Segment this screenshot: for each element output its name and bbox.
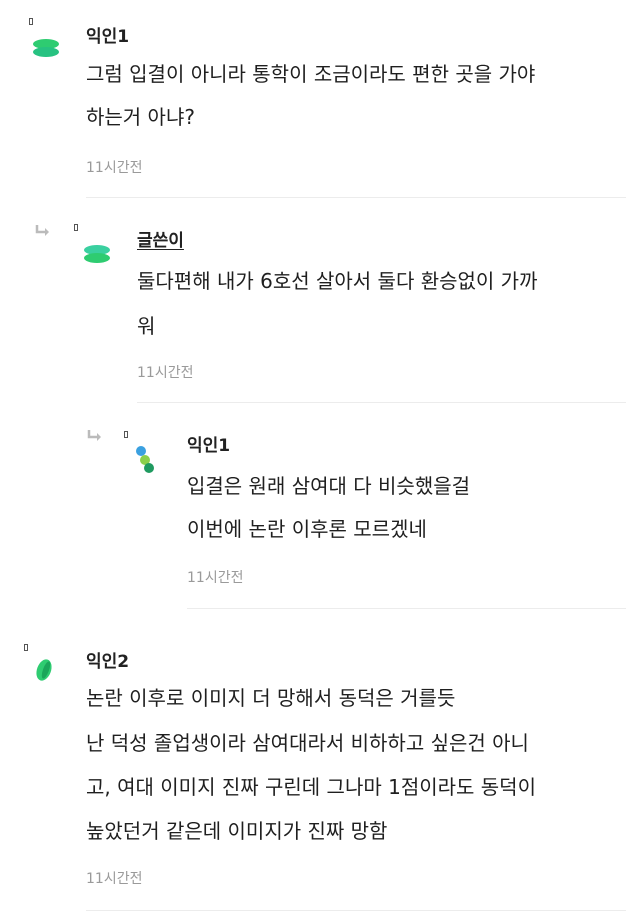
comment-text-line: 난 덕성 졸업생이라 삼여대라서 비하하고 싶은건 아니 [86, 731, 529, 755]
comment-author[interactable]: 글쓴이 [137, 226, 184, 251]
comment-text-line: 그럼 입결이 아니라 통학이 조금이라도 편한 곳을 가야 [86, 62, 536, 86]
indicator-icon [29, 18, 33, 25]
reply-arrow-icon [87, 430, 101, 441]
comment-author[interactable]: 익인1 [86, 22, 129, 47]
divider [187, 608, 626, 609]
indicator-icon [24, 644, 28, 651]
comment-text-line: 워 [137, 314, 156, 338]
comment-2: 글쓴이 둘다편해 내가 6호선 살아서 둘다 환승없이 가까 워 11시간전 [0, 200, 640, 405]
comment-time: 11시간전 [187, 570, 244, 586]
comment-3: 익인1 입결은 원래 삼여대 다 비슷했을걸 이번에 논란 이후론 모르겠네 1… [0, 405, 640, 610]
reply-arrow-icon [35, 225, 49, 236]
comment-text-line: 논란 이후로 이미지 더 망해서 동덕은 거를듯 [86, 686, 456, 710]
comment-time: 11시간전 [137, 365, 194, 381]
avatar-icon [136, 446, 154, 473]
avatar-icon [36, 659, 52, 681]
divider [86, 910, 626, 911]
comment-author[interactable]: 익인1 [187, 431, 230, 456]
divider [137, 402, 626, 403]
comment-author[interactable]: 익인2 [86, 647, 129, 672]
indicator-icon [124, 431, 128, 438]
comment-text-line: 둘다편해 내가 6호선 살아서 둘다 환승없이 가까 [137, 269, 538, 293]
comment-text-line: 하는거 아냐? [86, 105, 195, 129]
comment-time: 11시간전 [86, 871, 143, 887]
avatar-icon [33, 39, 59, 57]
indicator-icon [74, 224, 78, 231]
comment-time: 11시간전 [86, 160, 143, 176]
avatar-icon [84, 245, 110, 263]
comment-text-line: 이번에 논란 이후론 모르겠네 [187, 517, 427, 541]
comment-text-line: 높았던거 같은데 이미지가 진짜 망함 [86, 819, 388, 843]
comment-4: 익인2 논란 이후로 이미지 더 망해서 동덕은 거를듯 난 덕성 졸업생이라 … [0, 610, 640, 916]
divider [86, 197, 626, 198]
comment-text-line: 입결은 원래 삼여대 다 비슷했을걸 [187, 474, 471, 498]
comment-text-line: 고, 여대 이미지 진짜 구린데 그나마 1점이라도 동덕이 [86, 775, 536, 799]
comment-1: 익인1 그럼 입결이 아니라 통학이 조금이라도 편한 곳을 가야 하는거 아냐… [0, 0, 640, 200]
